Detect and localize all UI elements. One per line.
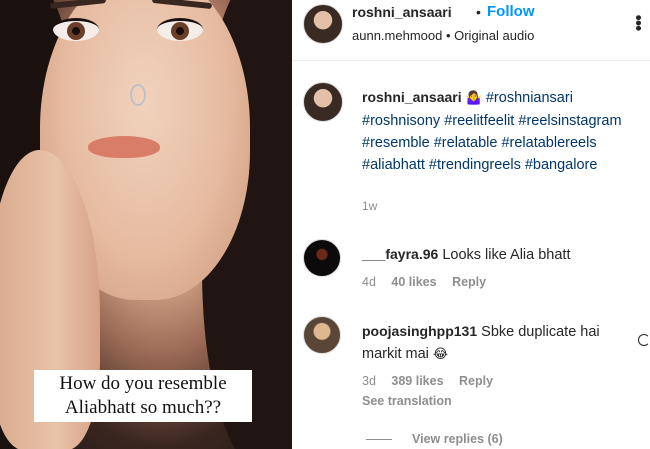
view-replies-label: View replies (6)	[412, 432, 503, 446]
header-separator: •	[476, 4, 481, 20]
caption-author-avatar[interactable]	[303, 82, 343, 122]
hashtag-link[interactable]: #relatable	[434, 135, 498, 151]
video-lips	[88, 136, 160, 158]
hashtag-link[interactable]: #relatablereels	[501, 135, 596, 151]
hashtag-link[interactable]: #trendingreels	[429, 157, 521, 173]
hashtag-link[interactable]: #resemble	[362, 135, 430, 151]
video-eye-left	[53, 18, 99, 41]
reply-button[interactable]: Reply	[452, 275, 486, 289]
hashtag-link[interactable]: #roshnisony	[362, 113, 440, 129]
author-username[interactable]: roshni_ansaari	[352, 4, 452, 20]
hashtag-link[interactable]: #bangalore	[525, 157, 598, 173]
hashtag-link[interactable]: #reelitfeelit	[444, 113, 514, 129]
commenter-avatar[interactable]	[303, 316, 341, 354]
reply-button[interactable]: Reply	[459, 374, 493, 388]
comment-meta: 3d 389 likes Reply	[362, 374, 505, 388]
comment-text: ___fayra.96 Looks like Alia bhatt	[362, 243, 632, 266]
hashtag-link[interactable]: #aliabhatt	[362, 157, 425, 173]
video-nose-ring	[130, 84, 146, 106]
replies-divider-line	[366, 439, 392, 441]
comment-time[interactable]: 4d	[362, 275, 376, 289]
caption-username[interactable]: roshni_ansaari	[362, 89, 462, 105]
header-divider	[292, 60, 650, 61]
caption-text: roshni_ansaari 🤷‍♀️ #roshniansari #roshn…	[362, 86, 642, 176]
audio-attribution[interactable]: aunn.mehmood • Original audio	[352, 28, 534, 43]
comment-time[interactable]: 3d	[362, 374, 376, 388]
hashtag-link[interactable]: #roshniansari	[486, 90, 573, 106]
caption-timestamp[interactable]: 1w	[362, 199, 377, 213]
more-options-icon[interactable]: •••	[628, 15, 649, 31]
comment-meta: 4d 40 likes Reply	[362, 275, 498, 289]
post-header: roshni_ansaari • Follow aunn.mehmood • O…	[292, 0, 650, 60]
follow-button[interactable]: Follow	[487, 3, 535, 20]
video-brow-right	[151, 0, 213, 10]
comment-body: Looks like Alia bhatt	[442, 247, 571, 263]
laughing-emoji: 😂	[432, 347, 449, 362]
author-avatar[interactable]	[303, 4, 343, 44]
shrug-emoji: 🤷‍♀️	[465, 91, 482, 106]
hashtag-link[interactable]: #reelsinstagram	[518, 113, 621, 129]
view-replies-button[interactable]: View replies (6)	[366, 432, 503, 446]
heart-icon[interactable]	[638, 334, 650, 346]
video-overlay-caption: How do you resemble Aliabhatt so much??	[34, 370, 252, 422]
video-brow-left	[49, 0, 107, 9]
commenter-username[interactable]: poojasinghpp131	[362, 323, 477, 339]
commenter-username[interactable]: ___fayra.96	[362, 246, 438, 262]
comment-text: poojasinghpp131 Sbke duplicate hai marki…	[362, 320, 632, 366]
commenter-avatar[interactable]	[303, 239, 341, 277]
video-eye-right	[157, 18, 203, 41]
comment-likes[interactable]: 40 likes	[391, 275, 436, 289]
see-translation-link[interactable]: See translation	[362, 394, 452, 408]
reel-video[interactable]: How do you resemble Aliabhatt so much??	[0, 0, 292, 449]
post-side-panel: roshni_ansaari • Follow aunn.mehmood • O…	[292, 0, 650, 449]
comment-likes[interactable]: 389 likes	[391, 374, 443, 388]
